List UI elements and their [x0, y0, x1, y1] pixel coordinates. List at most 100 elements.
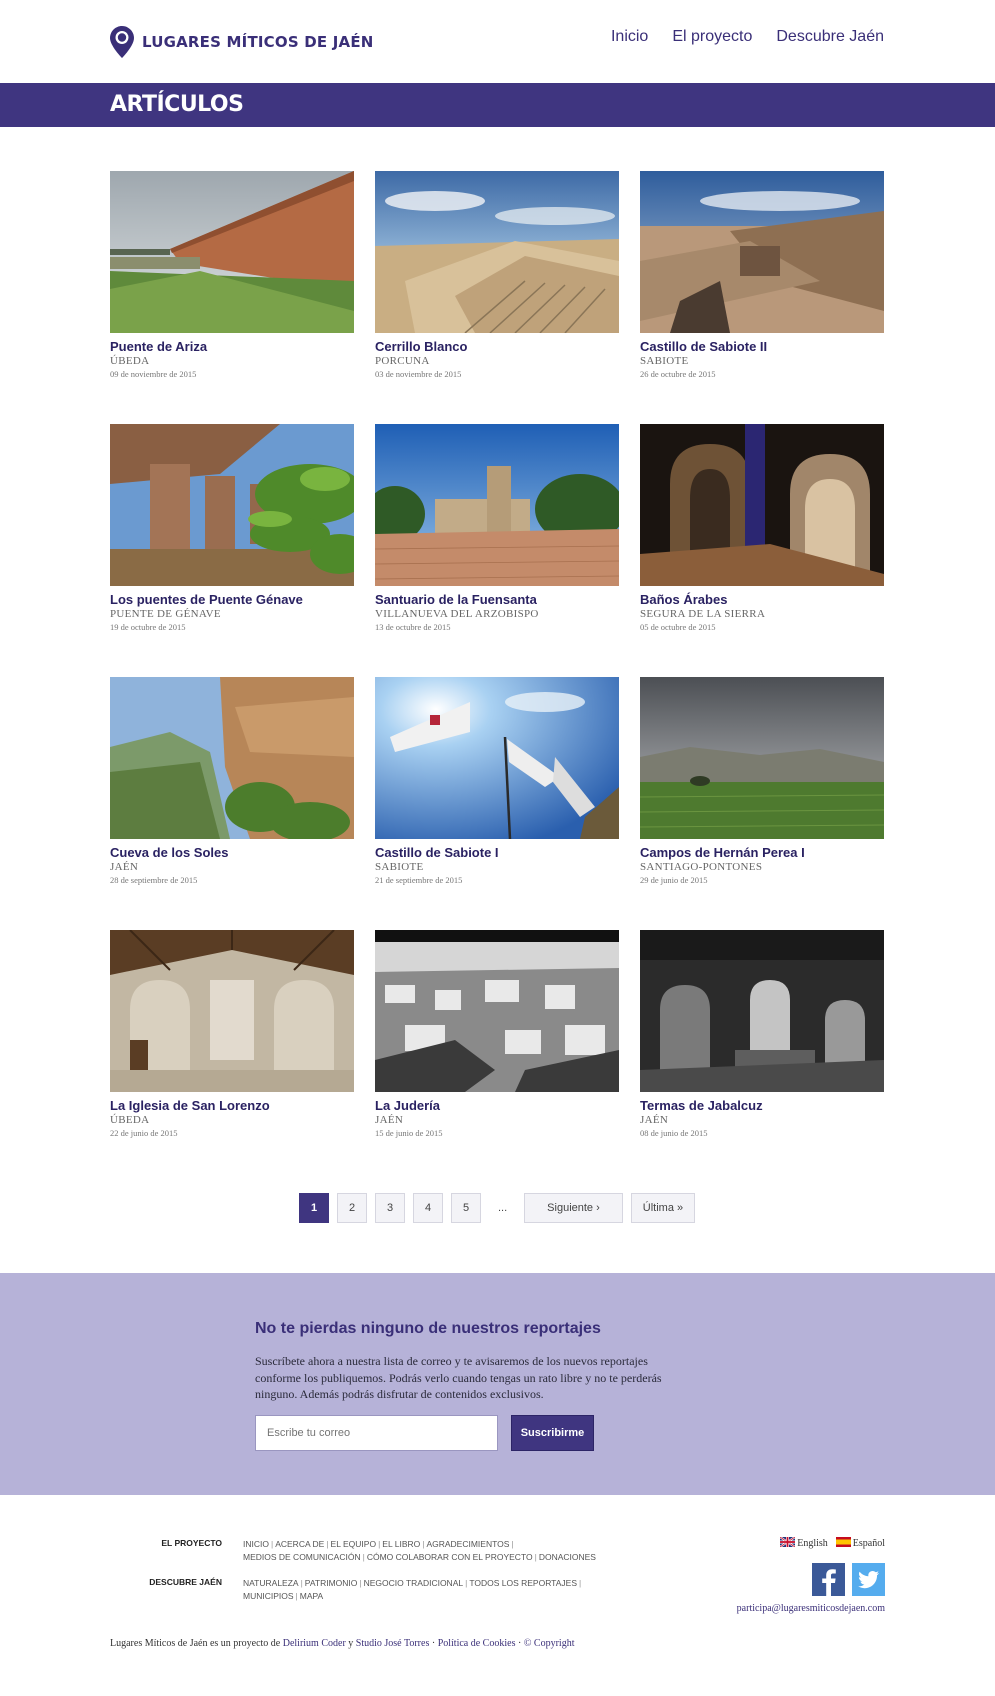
article-location: SEGURA DE LA SIERRA: [640, 608, 766, 620]
language-switcher: English Español: [780, 1537, 885, 1549]
footer-link[interactable]: PATRIMONIO: [305, 1578, 358, 1588]
site-header: LUGARES MÍTICOS DE JAÉN Inicio El proyec…: [0, 0, 995, 82]
footer-link[interactable]: DONACIONES: [539, 1552, 596, 1562]
article-thumbnail[interactable]: [640, 424, 884, 586]
article-thumbnail[interactable]: [640, 930, 884, 1092]
article-thumbnail[interactable]: [110, 424, 354, 586]
article-card[interactable]: La Judería JAÉN 15 de junio de 2015: [375, 930, 619, 1138]
page-button-3[interactable]: 3: [375, 1193, 405, 1223]
article-location: PORCUNA: [375, 355, 430, 367]
cookies-policy-link[interactable]: Política de Cookies: [438, 1638, 516, 1649]
article-location: PUENTE DE GÉNAVE: [110, 608, 221, 620]
email-input[interactable]: [255, 1415, 498, 1451]
article-date: 13 de octubre de 2015: [375, 622, 451, 632]
nav-link-inicio[interactable]: Inicio: [611, 28, 648, 46]
credits-text: Lugares Míticos de Jaén es un proyecto d…: [110, 1638, 281, 1649]
article-thumbnail[interactable]: [375, 171, 619, 333]
article-location: JAÉN: [375, 1114, 404, 1126]
page-button-2[interactable]: 2: [337, 1193, 367, 1223]
studio-link[interactable]: Studio José Torres: [356, 1638, 430, 1649]
article-card[interactable]: La Iglesia de San Lorenzo ÚBEDA 22 de ju…: [110, 930, 354, 1138]
article-date: 29 de junio de 2015: [640, 875, 708, 885]
article-location: ÚBEDA: [110, 355, 150, 367]
page-button-5[interactable]: 5: [451, 1193, 481, 1223]
article-card[interactable]: Puente de Ariza ÚBEDA 09 de noviembre de…: [110, 171, 354, 379]
article-title[interactable]: Puente de Ariza: [110, 339, 354, 354]
site-logo[interactable]: LUGARES MÍTICOS DE JAÉN: [110, 26, 374, 58]
site-footer: EL PROYECTO INICIO | ACERCA DE | EL EQUIPO | E…: [0, 1495, 995, 1696]
footer-link[interactable]: CÓMO COLABORAR CON EL PROYECTO: [367, 1552, 533, 1562]
article-card[interactable]: Castillo de Sabiote I SABIOTE 21 de sept…: [375, 677, 619, 885]
footer-link[interactable]: MAPA: [300, 1591, 323, 1601]
page-button-4[interactable]: 4: [413, 1193, 443, 1223]
article-title[interactable]: La Judería: [375, 1098, 619, 1113]
social-links: [812, 1563, 885, 1596]
article-date: 15 de junio de 2015: [375, 1128, 443, 1138]
article-card[interactable]: Cerrillo Blanco PORCUNA 03 de noviembre …: [375, 171, 619, 379]
main-nav: Inicio El proyecto Descubre Jaén: [611, 28, 884, 46]
article-date: 26 de octubre de 2015: [640, 369, 716, 379]
footer-link[interactable]: NEGOCIO TRADICIONAL: [364, 1578, 464, 1588]
article-thumbnail[interactable]: [640, 171, 884, 333]
footer-link[interactable]: INICIO: [243, 1539, 269, 1549]
article-date: 22 de junio de 2015: [110, 1128, 178, 1138]
article-thumbnail[interactable]: [375, 424, 619, 586]
nav-link-el-proyecto[interactable]: El proyecto: [672, 28, 752, 46]
map-pin-icon: [110, 26, 134, 58]
article-card[interactable]: Santuario de la Fuensanta VILLANUEVA DEL…: [375, 424, 619, 632]
twitter-icon[interactable]: [852, 1563, 885, 1596]
last-page-button[interactable]: Última »: [630, 1193, 696, 1223]
footer-link[interactable]: EL EQUIPO: [331, 1539, 377, 1549]
article-date: 09 de noviembre de 2015: [110, 369, 197, 379]
article-card[interactable]: Baños Árabes SEGURA DE LA SIERRA 05 de o…: [640, 424, 884, 632]
lang-english[interactable]: English: [780, 1537, 828, 1549]
article-location: JAÉN: [640, 1114, 669, 1126]
copyright-link[interactable]: © Copyright: [524, 1638, 575, 1649]
footer-descubre-links: NATURALEZA | PATRIMONIO | NEGOCIO TRADICIONA…: [243, 1578, 582, 1601]
footer-proyecto-label: EL PROYECTO: [161, 1538, 222, 1548]
footer-link[interactable]: ACERCA DE: [275, 1539, 324, 1549]
article-title[interactable]: Cerrillo Blanco: [375, 339, 619, 354]
article-title[interactable]: Campos de Hernán Perea I: [640, 845, 884, 860]
article-thumbnail[interactable]: [110, 677, 354, 839]
article-title[interactable]: Castillo de Sabiote I: [375, 845, 619, 860]
next-page-button[interactable]: Siguiente ›: [524, 1193, 623, 1223]
lang-spanish[interactable]: Español: [835, 1537, 885, 1549]
footer-link[interactable]: AGRADECIMIENTOS: [426, 1539, 509, 1549]
article-card[interactable]: Los puentes de Puente Génave PUENTE DE G…: [110, 424, 354, 632]
article-card[interactable]: Cueva de los Soles JAÉN 28 de septiembre…: [110, 677, 354, 885]
pagination-ellipsis: ...: [498, 1202, 508, 1214]
article-date: 08 de junio de 2015: [640, 1128, 708, 1138]
article-thumbnail[interactable]: [375, 930, 619, 1092]
article-card[interactable]: Termas de Jabalcuz JAÉN 08 de junio de 2…: [640, 930, 884, 1138]
page-button-1[interactable]: 1: [299, 1193, 329, 1223]
article-thumbnail[interactable]: [640, 677, 884, 839]
facebook-icon[interactable]: [812, 1563, 845, 1596]
article-title[interactable]: Cueva de los Soles: [110, 845, 354, 860]
article-title[interactable]: Los puentes de Puente Génave: [110, 592, 354, 607]
nav-link-descubre-jaen[interactable]: Descubre Jaén: [776, 28, 884, 46]
article-card[interactable]: Castillo de Sabiote II SABIOTE 26 de oct…: [640, 171, 884, 379]
subscribe-button[interactable]: Suscribirme: [511, 1415, 594, 1451]
newsletter-section: No te pierdas ninguno de nuestros report…: [0, 1273, 995, 1495]
article-date: 05 de octubre de 2015: [640, 622, 716, 632]
article-date: 21 de septiembre de 2015: [375, 875, 463, 885]
delirium-coder-link[interactable]: Delirium Coder: [283, 1638, 346, 1649]
article-title[interactable]: Santuario de la Fuensanta: [375, 592, 619, 607]
footer-proyecto-links: INICIO | ACERCA DE | EL EQUIPO | EL LIBRO | AGRA…: [243, 1539, 596, 1562]
article-date: 19 de octubre de 2015: [110, 622, 186, 632]
article-thumbnail[interactable]: [375, 677, 619, 839]
footer-link[interactable]: MUNICIPIOS: [243, 1591, 294, 1601]
article-title[interactable]: Baños Árabes: [640, 592, 884, 607]
article-title[interactable]: Castillo de Sabiote II: [640, 339, 884, 354]
footer-link[interactable]: TODOS LOS REPORTAJES: [469, 1578, 577, 1588]
article-thumbnail[interactable]: [110, 171, 354, 333]
article-thumbnail[interactable]: [110, 930, 354, 1092]
footer-link[interactable]: MEDIOS DE COMUNICACIÓN: [243, 1552, 361, 1562]
article-title[interactable]: Termas de Jabalcuz: [640, 1098, 884, 1113]
contact-email-link[interactable]: participa@lugaresmiticosdejaen.com: [737, 1603, 885, 1614]
footer-link[interactable]: NATURALEZA: [243, 1578, 299, 1588]
footer-link[interactable]: EL LIBRO: [382, 1539, 420, 1549]
article-title[interactable]: La Iglesia de San Lorenzo: [110, 1098, 354, 1113]
article-card[interactable]: Campos de Hernán Perea I SANTIAGO-PONTON…: [640, 677, 884, 885]
